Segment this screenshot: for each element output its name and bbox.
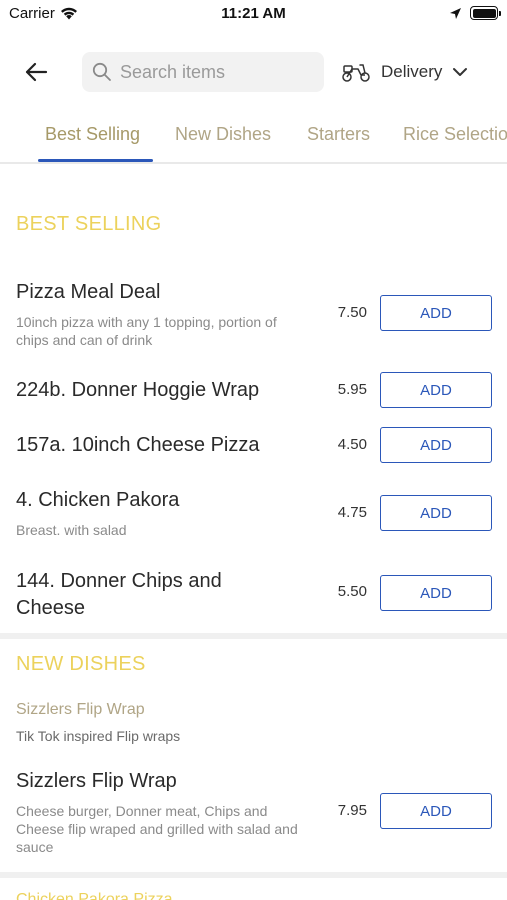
- item-description: Breast. with salad: [16, 522, 127, 538]
- search-bar[interactable]: [82, 52, 324, 92]
- tab-starters[interactable]: Starters: [307, 124, 370, 145]
- item-price: 7.50: [337, 304, 367, 321]
- tab-best-selling[interactable]: Best Selling: [45, 124, 140, 145]
- active-tab-indicator: [38, 159, 153, 162]
- chevron-down-icon: [453, 68, 468, 76]
- item-price: 7.95: [337, 802, 367, 819]
- location-arrow-icon: [450, 7, 461, 19]
- item-name: Pizza Meal Deal: [16, 281, 161, 303]
- scooter-icon: [342, 64, 370, 82]
- section-divider: [0, 633, 507, 639]
- item-name: 4. Chicken Pakora: [16, 489, 180, 511]
- status-bar: Carrier 11:21 AM: [0, 0, 507, 30]
- item-price: 5.95: [337, 381, 367, 398]
- tab-new-dishes[interactable]: New Dishes: [175, 124, 271, 145]
- delivery-selector[interactable]: Delivery: [341, 52, 468, 92]
- section-divider: [0, 872, 507, 878]
- subcategory-description: Tik Tok inspired Flip wraps: [16, 728, 181, 744]
- item-name: Sizzlers Flip Wrap: [16, 770, 177, 792]
- clock: 11:21 AM: [221, 5, 286, 22]
- search-icon: [92, 62, 111, 81]
- status-right: [449, 6, 501, 20]
- category-tabs: Best Selling New Dishes Starters Rice Se…: [0, 108, 507, 164]
- item-description: 10inch pizza with any 1 topping, portion…: [16, 314, 277, 348]
- add-button[interactable]: ADD: [380, 295, 492, 331]
- add-button[interactable]: ADD: [380, 372, 492, 408]
- item-price: 4.75: [337, 504, 367, 521]
- item-name: 224b. Donner Hoggie Wrap: [16, 379, 260, 401]
- add-button[interactable]: ADD: [380, 427, 492, 463]
- item-price: 5.50: [337, 583, 367, 600]
- subcategory-title: Sizzlers Flip Wrap: [16, 701, 145, 718]
- tab-rice-selection[interactable]: Rice Selection: [403, 124, 507, 145]
- search-input[interactable]: [120, 61, 310, 83]
- add-button[interactable]: ADD: [380, 793, 492, 829]
- item-name: 157a. 10inch Cheese Pizza: [16, 434, 260, 456]
- item-name: 144. Donner Chips and Cheese: [16, 570, 222, 619]
- add-button[interactable]: ADD: [380, 575, 492, 611]
- back-button[interactable]: [16, 54, 56, 90]
- add-button[interactable]: ADD: [380, 495, 492, 531]
- item-description: Cheese burger, Donner meat, Chips and Ch…: [16, 803, 298, 855]
- header: Delivery: [0, 44, 507, 100]
- next-subcategory-title: Chicken Pakora Pizza: [16, 891, 173, 900]
- battery-icon: [470, 6, 501, 20]
- back-arrow-icon: [25, 62, 48, 82]
- section-title-best-selling: BEST SELLING: [16, 213, 162, 235]
- item-price: 4.50: [337, 436, 367, 453]
- section-title-new-dishes: NEW DISHES: [16, 653, 146, 675]
- delivery-label: Delivery: [381, 62, 443, 81]
